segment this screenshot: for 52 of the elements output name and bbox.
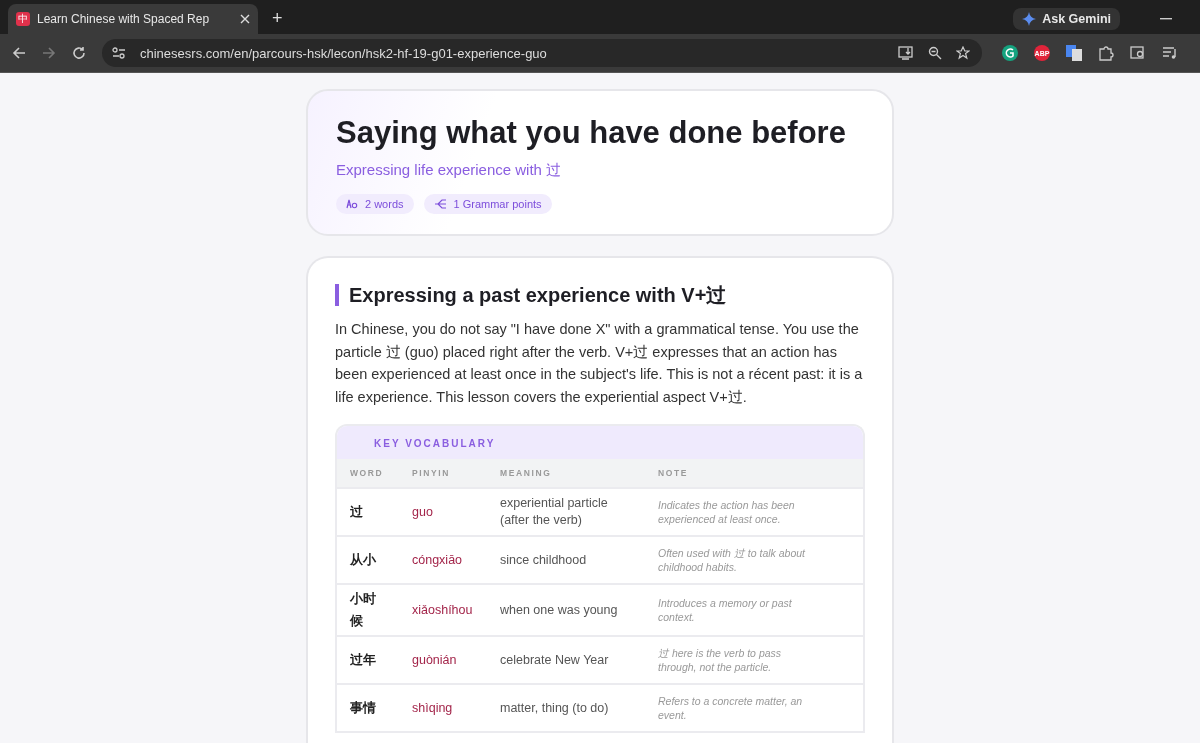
note-cell-text: Refers to a concrete matter, an event. bbox=[658, 694, 804, 722]
meaning-cell-text: matter, thing (to do) bbox=[500, 699, 610, 717]
word-cell-text: 过年 bbox=[350, 651, 377, 669]
lesson-subtitle: Expressing life experience with 过 bbox=[336, 161, 563, 180]
puzzle-icon[interactable] bbox=[1098, 45, 1114, 61]
count-chip: 2 words bbox=[336, 194, 414, 214]
install-icon[interactable] bbox=[898, 46, 914, 60]
section-heading: Expressing a past experience with V+过 bbox=[335, 284, 865, 306]
close-icon[interactable] bbox=[240, 14, 250, 24]
lesson-title: Saying what you have done before bbox=[336, 114, 847, 152]
sparkle-icon bbox=[1022, 12, 1037, 26]
pinyin-cell-text: shìqing bbox=[412, 699, 454, 717]
star-icon[interactable] bbox=[956, 46, 970, 60]
column-header: PINYIN bbox=[412, 468, 451, 478]
note-cell-text: Indicates the action has been experienced at least once. bbox=[658, 498, 796, 526]
back-icon[interactable] bbox=[12, 46, 26, 60]
grammar-extension-icon[interactable] bbox=[1002, 45, 1018, 61]
word-cell-text: 过 bbox=[350, 503, 364, 521]
meaning-cell-text: when one was young bbox=[500, 601, 619, 619]
favicon: 中 bbox=[16, 12, 30, 26]
meaning-cell-text: experiential particle (after the verb) bbox=[500, 495, 609, 529]
section-paragraph: In Chinese, you do not say "I have done X" with a grammatical tense. You use the particle 过 (guo) placed right after the verb. V+过 expresses that an action has been experienced at least once in the subject's life. This is not a récent past: it is a life experience. This lesson covers the experiential aspect V+过. bbox=[335, 320, 864, 407]
site-settings-icon[interactable] bbox=[112, 47, 126, 59]
tab-search-icon[interactable] bbox=[1130, 46, 1146, 60]
note-cell-text: 过 here is the verb to pass through, not the particle. bbox=[658, 646, 783, 674]
new-tab-button[interactable]: + bbox=[268, 8, 287, 29]
pinyin-cell-text: guo bbox=[412, 503, 434, 521]
pinyin-cell-text: xiǎoshíhou bbox=[412, 601, 474, 619]
column-header: NOTE bbox=[658, 468, 689, 478]
word-cell-text: 从小 bbox=[350, 551, 377, 569]
table-title: KEY VOCABULARY bbox=[337, 426, 863, 459]
browser-tab[interactable]: 中 Learn Chinese with Spaced Rep bbox=[8, 4, 258, 34]
reload-icon[interactable] bbox=[72, 46, 86, 60]
branch-icon bbox=[433, 199, 447, 209]
note-cell-text: Introduces a memory or past context. bbox=[658, 596, 793, 624]
ask-gemini-button[interactable]: Ask Gemini bbox=[1013, 8, 1120, 30]
meaning-cell-text: since childhood bbox=[500, 551, 588, 569]
pinyin-cell-text: guònián bbox=[412, 651, 458, 669]
word-cell-text: 事情 bbox=[350, 699, 377, 717]
column-header: WORD bbox=[350, 468, 385, 478]
meaning-cell-text: celebrate New Year bbox=[500, 651, 610, 669]
zoom-icon[interactable] bbox=[928, 46, 942, 60]
reading-list-icon[interactable] bbox=[1162, 46, 1178, 60]
word-cell-text: 小时候 bbox=[350, 590, 377, 630]
pinyin-cell-text: cóngxiāo bbox=[412, 551, 464, 569]
column-header: MEANING bbox=[500, 468, 553, 478]
letters-icon bbox=[346, 199, 358, 209]
note-cell-text: Often used with 过 to talk about childhood habits. bbox=[658, 546, 807, 574]
forward-icon[interactable] bbox=[42, 46, 56, 60]
address-bar[interactable]: chinesesrs.com/en/parcours-hsk/lecon/hsk2-hf-19-g01-experience-guo bbox=[102, 39, 982, 67]
minimize-icon[interactable] bbox=[1160, 18, 1172, 20]
count-chip: 1 Grammar points bbox=[423, 194, 552, 214]
